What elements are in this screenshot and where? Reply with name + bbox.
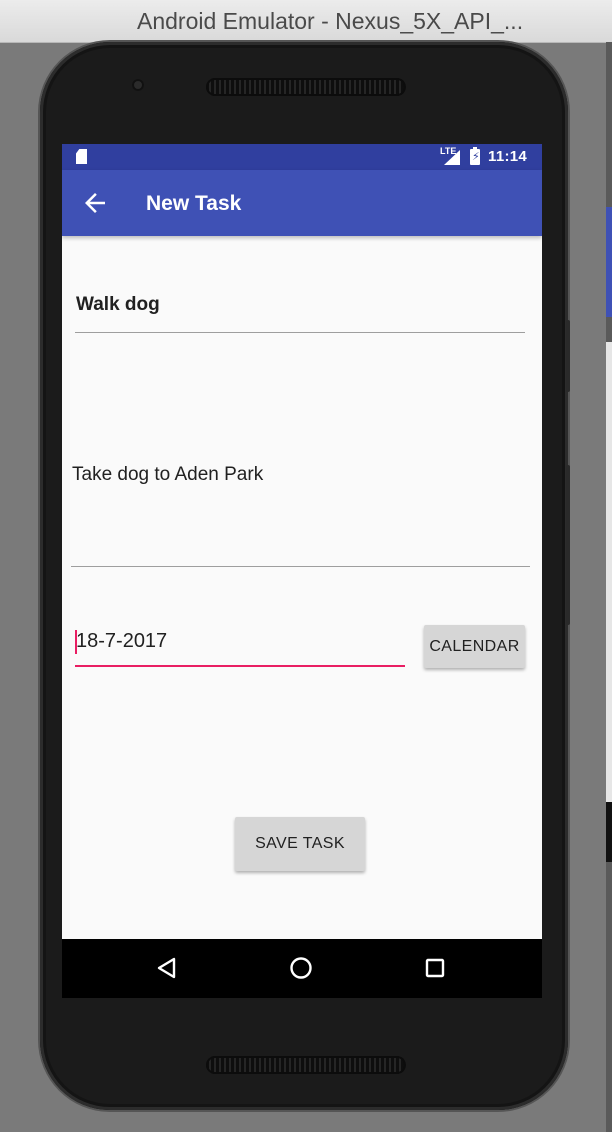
navigation-bar xyxy=(62,939,542,998)
battery-charging-icon: ⚡ xyxy=(470,147,480,165)
task-date-value: 18-7-2017 xyxy=(76,630,168,652)
nav-back-icon[interactable] xyxy=(154,955,180,981)
task-description-value: Take dog to Aden Park xyxy=(72,464,264,485)
front-camera xyxy=(132,79,144,91)
sd-card-icon xyxy=(76,149,87,164)
background-window-edge xyxy=(606,42,612,1132)
calendar-button[interactable]: CALENDAR xyxy=(424,625,525,668)
network-type-label: LTE xyxy=(440,146,457,156)
app-bar: New Task xyxy=(62,170,542,236)
task-title-value: Walk dog xyxy=(76,294,160,315)
emulator-title-bar: Android Emulator - Nexus_5X_API_... xyxy=(0,0,612,43)
power-button[interactable] xyxy=(566,320,570,392)
nav-recents-icon[interactable] xyxy=(422,955,448,981)
save-task-button[interactable]: SAVE TASK xyxy=(235,817,365,871)
status-time: 11:14 xyxy=(488,148,528,165)
volume-button[interactable] xyxy=(566,465,570,625)
top-speaker-grille xyxy=(206,78,406,96)
window-title: Android Emulator - Nexus_5X_API_... xyxy=(137,8,524,34)
nav-home-icon[interactable] xyxy=(288,955,314,981)
bottom-speaker-grille xyxy=(206,1056,406,1074)
phone-screen: LTE ⚡ 11:14 New Task Walk dog Take dog t… xyxy=(62,144,542,998)
page-title: New Task xyxy=(146,192,242,215)
task-description-input[interactable]: Take dog to Aden Park xyxy=(71,462,530,567)
task-date-input[interactable]: 18-7-2017 xyxy=(75,628,405,667)
task-title-input[interactable]: Walk dog xyxy=(75,292,525,333)
status-bar: LTE ⚡ 11:14 xyxy=(62,144,542,170)
arrow-back-icon[interactable] xyxy=(80,188,110,218)
